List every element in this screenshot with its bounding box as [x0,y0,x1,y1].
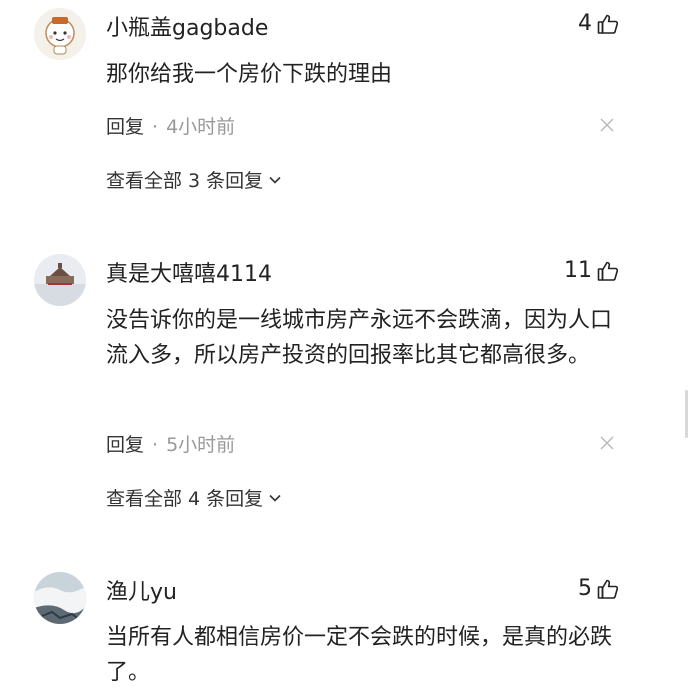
thumbs-up-icon [597,579,619,599]
like-button[interactable]: 11 [564,258,620,283]
like-button[interactable]: 5 [578,576,620,601]
like-count: 11 [564,258,592,283]
comment-time: 4小时前 [166,116,236,138]
reply-button[interactable]: 回复 [106,434,144,456]
user-avatar[interactable] [34,572,86,624]
separator-dot: · [152,434,159,456]
like-count: 5 [578,576,592,601]
reply-button[interactable]: 回复 [106,116,144,138]
view-all-replies-label: 查看全部 4 条回复 [106,488,264,510]
separator-dot: · [152,116,159,138]
comment-text: 那你给我一个房价下跌的理由 [106,62,393,87]
thumbs-up-icon [597,14,619,34]
like-count: 4 [578,11,592,36]
thumbs-up-icon [597,261,619,281]
username[interactable]: 渔儿yu [106,574,177,606]
username[interactable]: 真是大嘻嘻4114 [106,256,272,288]
user-avatar[interactable] [34,8,86,60]
close-icon[interactable] [598,116,616,134]
user-avatar[interactable] [34,254,86,306]
view-all-replies-button[interactable]: 查看全部 4 条回复 [106,484,283,511]
close-icon[interactable] [598,434,616,452]
comment-time: 5小时前 [166,434,236,456]
username[interactable]: 小瓶盖gagbade [106,10,268,42]
view-all-replies-button[interactable]: 查看全部 3 条回复 [106,166,283,193]
like-button[interactable]: 4 [578,11,620,36]
comment-meta: 回复 · 5小时前 [106,430,235,457]
comment-text: 没告诉你的是一线城市房产永远不会跌滴，因为人口流入多，所以房产投资的回报率比其它… [106,308,613,368]
comment-meta: 回复 · 4小时前 [106,112,235,139]
view-all-replies-label: 查看全部 3 条回复 [106,170,264,192]
chevron-down-icon [269,176,281,184]
chevron-down-icon [269,494,281,502]
comment-text: 当所有人都相信房价一定不会跌的时候，是真的必跌了。 [106,625,613,685]
